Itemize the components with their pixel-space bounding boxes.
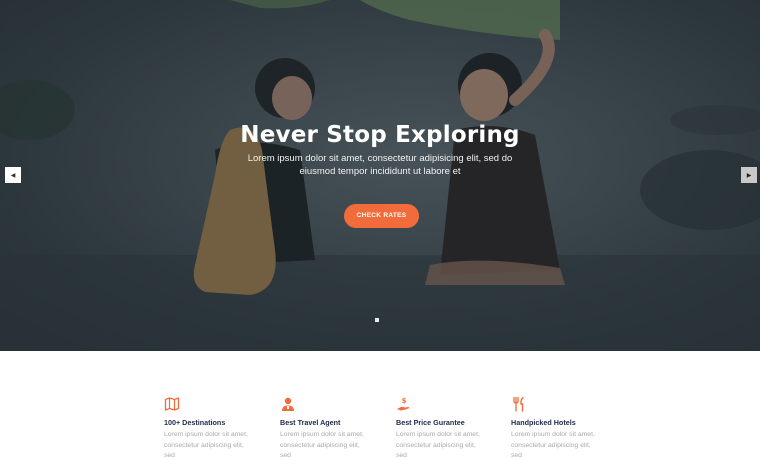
feature-title: Handpicked Hotels: [511, 418, 576, 427]
fork-knife-icon: [513, 396, 524, 412]
chevron-left-icon: ◀: [10, 173, 16, 179]
hero-title: Never Stop Exploring: [240, 122, 520, 148]
feature-title: Best Travel Agent: [280, 418, 341, 427]
chevron-right-icon: ▶: [746, 173, 752, 179]
check-rates-button[interactable]: CHECK RATES: [344, 204, 419, 228]
hero-slider: Never Stop Exploring Lorem ipsum dolor s…: [0, 0, 760, 351]
features-section: 100+ Destinations Lorem ipsum dolor sit …: [0, 351, 760, 460]
slider-prev-button[interactable]: ◀: [5, 167, 21, 183]
feature-description: Lorem ipsum dolor sit amet, consectetur …: [280, 431, 364, 459]
map-icon: [164, 397, 180, 411]
price-hand-icon: $: [397, 397, 410, 411]
feature-description: Lorem ipsum dolor sit amet, consectetur …: [511, 431, 595, 459]
slider-next-button[interactable]: ▶: [741, 167, 757, 183]
svg-text:$: $: [402, 397, 407, 405]
hero-subtitle: Lorem ipsum dolor sit amet, consectetur …: [247, 153, 513, 177]
agent-icon: [282, 397, 294, 411]
slider-dot-active[interactable]: [375, 318, 379, 322]
feature-description: Lorem ipsum dolor sit amet, consectetur …: [396, 431, 480, 459]
feature-title: Best Price Gurantee: [396, 418, 465, 427]
feature-title: 100+ Destinations: [164, 418, 226, 427]
feature-description: Lorem ipsum dolor sit amet, consectetur …: [164, 431, 248, 459]
